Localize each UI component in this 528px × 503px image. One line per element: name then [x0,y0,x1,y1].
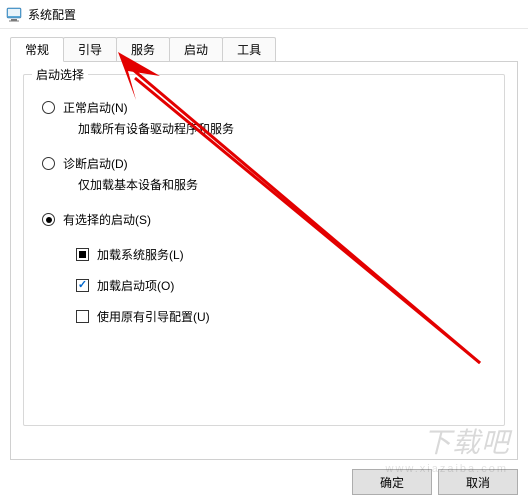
titlebar: 系统配置 [0,0,528,29]
radio-label: 有选择的启动(S) [63,211,151,228]
radio-normal-startup[interactable]: 正常启动(N) [42,99,486,116]
button-label: 取消 [466,474,490,491]
checkbox-icon [76,279,89,292]
dialog-footer: 确定 取消 [352,469,518,495]
tab-label: 引导 [78,43,102,57]
groupbox-title: 启动选择 [32,66,88,83]
radio-icon [42,101,55,114]
radio-icon [42,157,55,170]
tab-label: 工具 [237,43,261,57]
tab-label: 启动 [184,43,208,57]
radio-selective-startup[interactable]: 有选择的启动(S) [42,211,486,228]
button-label: 确定 [380,474,404,491]
checkbox-load-system-services[interactable]: 加载系统服务(L) [42,246,486,263]
diagnostic-startup-desc: 仅加载基本设备和服务 [78,176,486,193]
normal-startup-desc: 加载所有设备驱动程序和服务 [78,120,486,137]
tab-services[interactable]: 服务 [116,37,170,61]
radio-icon [42,213,55,226]
checkbox-label: 使用原有引导配置(U) [97,308,210,325]
dialog-body: 常规 引导 服务 启动 工具 启动选择 正常启动(N) 加载所有设备驱动程序和服… [0,29,528,460]
radio-diagnostic-startup[interactable]: 诊断启动(D) [42,155,486,172]
checkbox-icon [76,310,89,323]
window-title: 系统配置 [28,6,76,23]
tab-label: 常规 [25,43,49,57]
checkbox-label: 加载系统服务(L) [97,246,184,263]
checkbox-load-startup-items[interactable]: 加载启动项(O) [42,277,486,294]
ok-button[interactable]: 确定 [352,469,432,495]
tab-startup[interactable]: 启动 [169,37,223,61]
checkbox-label: 加载启动项(O) [97,277,174,294]
checkbox-icon [76,248,89,261]
radio-label: 正常启动(N) [63,99,128,116]
tab-boot[interactable]: 引导 [63,37,117,61]
tab-general[interactable]: 常规 [10,37,64,62]
radio-label: 诊断启动(D) [63,155,128,172]
tabstrip: 常规 引导 服务 启动 工具 [10,37,518,62]
groupbox-startup-selection: 启动选择 正常启动(N) 加载所有设备驱动程序和服务 诊断启动(D) 仅加载基本… [23,74,505,426]
tabpanel-general: 启动选择 正常启动(N) 加载所有设备驱动程序和服务 诊断启动(D) 仅加载基本… [10,62,518,460]
app-icon [6,6,22,22]
cancel-button[interactable]: 取消 [438,469,518,495]
tab-label: 服务 [131,43,155,57]
tab-tools[interactable]: 工具 [222,37,276,61]
checkbox-use-original-boot-config[interactable]: 使用原有引导配置(U) [42,308,486,325]
